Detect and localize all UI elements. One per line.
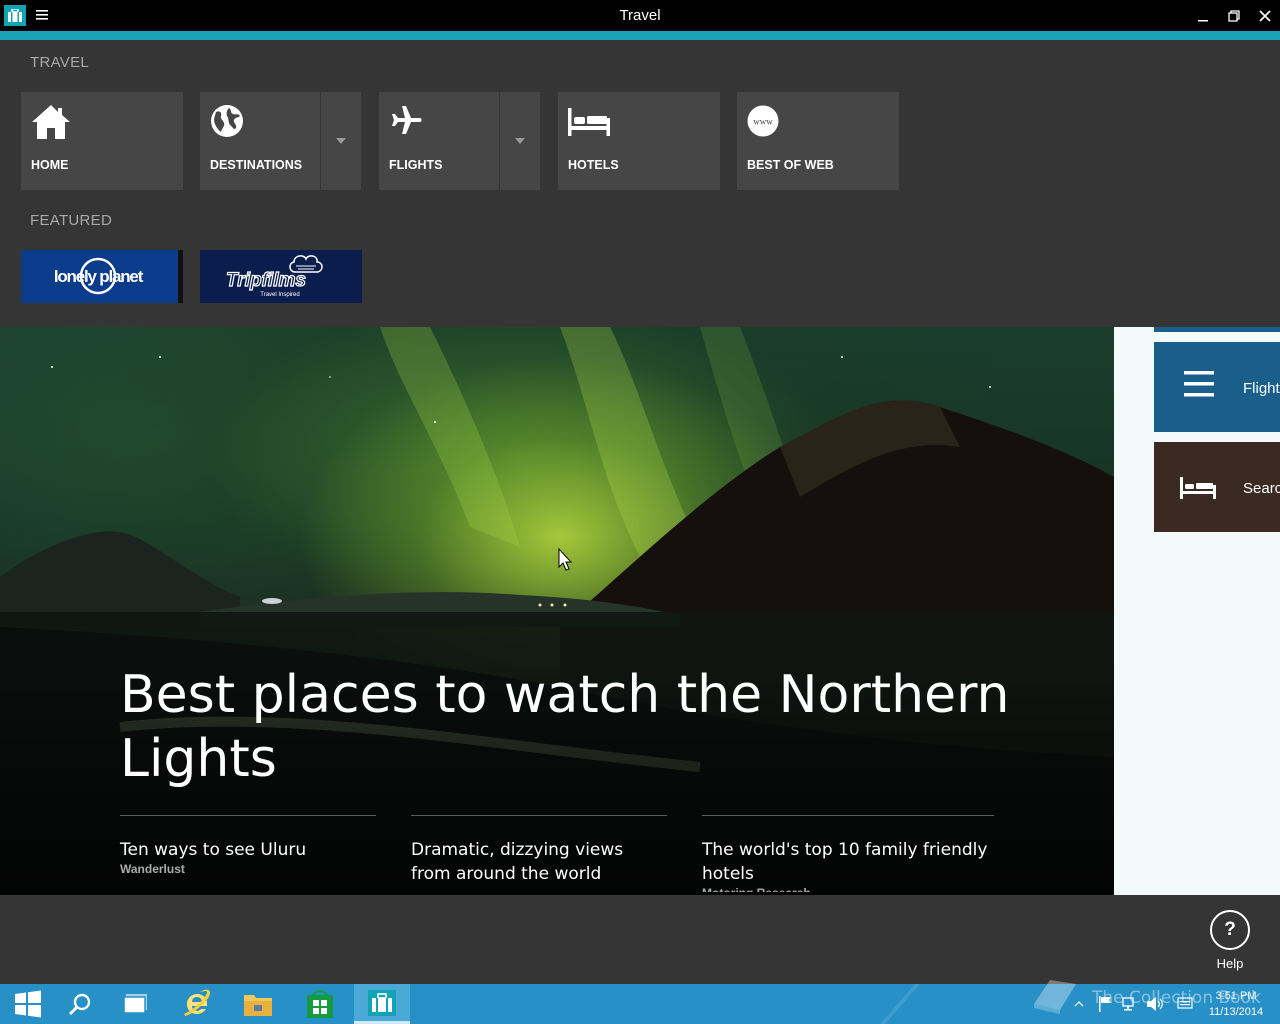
bed-icon [1180, 475, 1216, 506]
home-icon [31, 104, 71, 145]
hero-story[interactable]: Best places to watch the Northern Lights… [0, 327, 1114, 895]
restore-button[interactable] [1220, 4, 1248, 28]
flight-status-card[interactable]: Flight [1154, 342, 1280, 432]
nav-tile-label: DESTINATIONS [210, 158, 303, 172]
featured-section-label: FEATURED [30, 212, 113, 229]
taskbar-decoration [880, 984, 920, 1024]
file-explorer-icon [244, 995, 272, 1016]
nav-tile-best-of-web[interactable]: www BEST OF WEB [737, 92, 899, 190]
card-label: Flight [1243, 380, 1280, 397]
clock-time: 3:51 PM [1215, 990, 1257, 1002]
featured-lonely-planet[interactable]: lonely planet [21, 250, 183, 303]
search-button[interactable] [52, 984, 108, 1024]
story-source: Wanderlust [120, 862, 185, 876]
help-label[interactable]: Help [1200, 956, 1260, 971]
destinations-dropdown-button[interactable] [320, 92, 361, 190]
story-source: Motoring Research [702, 886, 994, 892]
card-label: Searc [1243, 480, 1280, 497]
hero-image [0, 327, 1114, 895]
nav-tile-destinations[interactable]: DESTINATIONS [200, 92, 361, 190]
app-bottom-bar: ? Help [0, 895, 1280, 984]
bed-icon [568, 104, 610, 143]
nav-tile-label: BEST OF WEB [747, 158, 834, 172]
travel-app-taskbar-button[interactable] [354, 984, 410, 1024]
system-clock[interactable]: 3:51 PM 11/13/2014 [1196, 988, 1276, 1020]
start-icon [15, 990, 41, 1018]
taskbar: The Collection Book 3:51 PM 11/13/2014 [0, 980, 1280, 1024]
nav-tile-flights[interactable]: FLIGHTS [379, 92, 540, 190]
window-title: Travel [619, 7, 661, 24]
minimize-button[interactable] [1189, 4, 1217, 28]
story-title: Ten ways to see Uluru [120, 840, 307, 860]
globe-icon [210, 104, 244, 143]
hero-title[interactable]: Best places to watch the Northern Lights [120, 663, 1020, 791]
nav-tile-label: HOTELS [568, 158, 619, 172]
nav-tile-home[interactable]: HOME [21, 92, 183, 190]
start-button[interactable] [0, 984, 56, 1024]
story-link[interactable]: The world's top 10 family friendly hotel… [702, 815, 994, 892]
task-view-button[interactable] [108, 984, 164, 1024]
nav-tile-label: HOME [31, 158, 69, 172]
store-icon [307, 990, 333, 1018]
keyboard-icon[interactable] [1177, 996, 1193, 1015]
www-icon: www [747, 104, 781, 143]
title-bar: Travel [0, 0, 1280, 31]
panel-card-edge [1154, 327, 1280, 332]
internet-explorer-icon [184, 989, 211, 1016]
store-button[interactable] [292, 984, 348, 1024]
travel-app-icon [368, 989, 396, 1016]
internet-explorer-button[interactable] [169, 984, 225, 1024]
lonely-planet-logo: lonely planet [54, 257, 145, 295]
volume-icon[interactable] [1146, 996, 1164, 1017]
search-icon [68, 993, 91, 1016]
svg-text:Tripfilms: Tripfilms [226, 270, 306, 291]
story-title: Dramatic, dizzying views from around the… [411, 840, 624, 884]
story-link[interactable]: Ten ways to see Uluru Wanderlust [120, 815, 376, 876]
story-link[interactable]: Dramatic, dizzying views from around the… [411, 815, 667, 886]
list-icon [1184, 369, 1214, 404]
svg-text:lonely planet: lonely planet [54, 267, 144, 286]
network-icon[interactable] [1122, 996, 1138, 1017]
clock-date: 11/13/2014 [1208, 1006, 1264, 1018]
file-explorer-button[interactable] [230, 984, 286, 1024]
airplane-icon [389, 104, 423, 143]
right-panel: Flight Searc [1114, 327, 1280, 895]
featured-tripfilms[interactable]: Tripfilms Travel Inspired [200, 250, 362, 303]
action-center-flag-icon[interactable] [1098, 996, 1112, 1017]
nav-tile-label: FLIGHTS [389, 158, 443, 172]
flights-dropdown-button[interactable] [499, 92, 540, 190]
close-button[interactable] [1251, 4, 1279, 28]
accent-bar [0, 31, 1280, 40]
nav-tile-hotels[interactable]: HOTELS [558, 92, 720, 190]
nav-section-label: TRAVEL [30, 54, 90, 71]
story-title: The world's top 10 family friendly hotel… [702, 840, 988, 884]
help-icon[interactable]: ? [1210, 910, 1250, 950]
show-hidden-icons-icon[interactable] [1074, 996, 1084, 1014]
task-view-icon [123, 994, 147, 1014]
navigation-pane: TRAVEL HOME DESTINATIONS FLIGHTS HOTELS … [0, 40, 1280, 327]
svg-text:Travel Inspired: Travel Inspired [260, 292, 299, 298]
svg-text:www: www [753, 117, 773, 127]
hamburger-menu-icon[interactable] [36, 8, 52, 22]
tripfilms-logo: Tripfilms Travel Inspired [225, 255, 323, 298]
travel-app-icon [4, 5, 26, 26]
hotel-search-card[interactable]: Searc [1154, 442, 1280, 532]
